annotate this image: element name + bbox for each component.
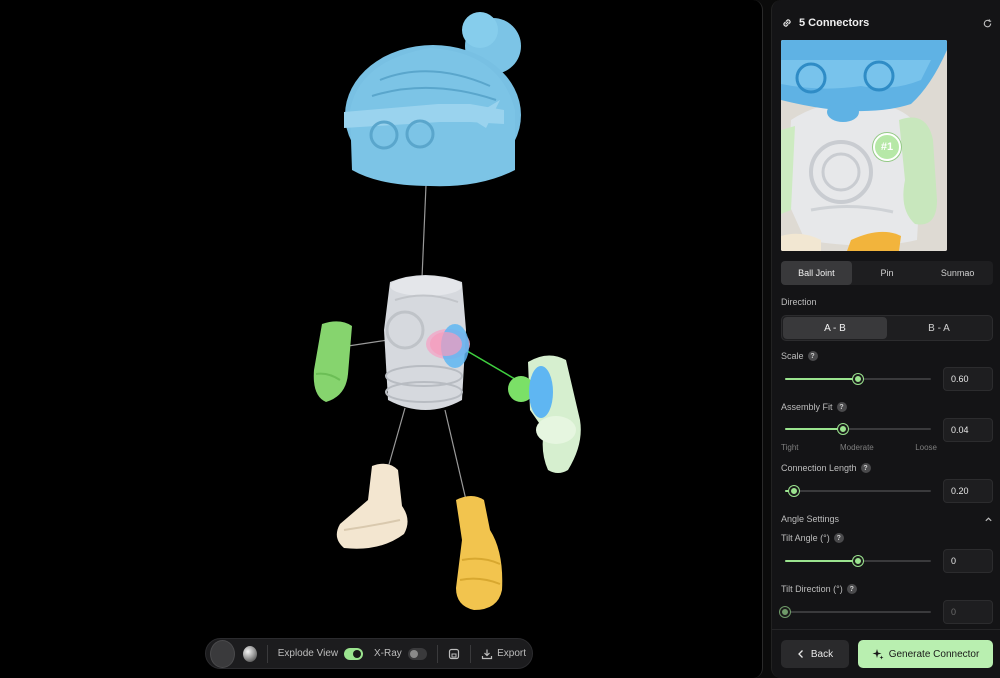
scale-slider[interactable] — [785, 374, 931, 384]
assembly-fit-label: Assembly Fit? — [781, 402, 847, 412]
slider-thumb[interactable] — [780, 607, 790, 617]
slider-thumb[interactable] — [788, 486, 799, 496]
joint-type-pin[interactable]: Pin — [852, 261, 923, 285]
tilt-direction-input[interactable]: 0 — [943, 600, 993, 624]
help-icon[interactable]: ? — [836, 402, 847, 412]
slider-thumb[interactable] — [838, 424, 849, 434]
slider-thumb[interactable] — [853, 556, 863, 566]
help-icon[interactable]: ? — [846, 584, 857, 594]
tilt-direction-slider[interactable] — [780, 607, 931, 617]
help-icon[interactable]: ? — [860, 463, 871, 473]
link-icon — [783, 19, 791, 27]
part-arm-right[interactable] — [508, 355, 581, 473]
explode-view-toggle[interactable] — [344, 647, 364, 660]
help-icon[interactable]: ? — [833, 533, 844, 543]
direction-label: Direction — [781, 297, 817, 307]
generate-label: Generate Connector — [888, 648, 980, 660]
tilt-angle-label: Tilt Angle (°)? — [781, 533, 844, 543]
part-head[interactable] — [344, 12, 521, 187]
tick-loose: Loose — [915, 443, 937, 452]
download-icon — [481, 649, 493, 659]
part-foot-left[interactable] — [336, 463, 408, 549]
joint-type-sunmao[interactable]: Sunmao — [922, 261, 993, 285]
connector-panel: 5 Connectors #1 Ball Joint Pin Sunmao Di… — [771, 0, 1000, 678]
generate-connector-button[interactable]: Generate Connector — [858, 640, 993, 668]
back-button[interactable]: Back — [781, 640, 849, 668]
footer-divider — [772, 629, 1000, 630]
back-label: Back — [810, 648, 834, 660]
connection-length-input[interactable]: 0.20 — [943, 479, 993, 503]
assembly-fit-input[interactable]: 0.04 — [943, 418, 993, 442]
chevron-left-icon — [797, 650, 803, 658]
viewport-toolbar: Explode View X-Ray Export — [205, 638, 533, 669]
refresh-icon[interactable] — [982, 18, 993, 29]
material-swatch-button[interactable] — [210, 639, 235, 668]
tick-moderate: Moderate — [839, 443, 874, 452]
direction-selector: A - B B - A — [781, 315, 993, 341]
toolbar-divider — [437, 644, 438, 663]
xray-toggle[interactable] — [407, 647, 428, 660]
direction-a-b[interactable]: A - B — [783, 317, 887, 339]
angle-settings-header[interactable]: Angle Settings — [781, 514, 993, 524]
connector-index-badge[interactable]: #1 — [873, 133, 901, 161]
toolbar-divider — [266, 644, 268, 663]
export-label: Export — [497, 648, 526, 659]
part-arm-left[interactable] — [313, 321, 352, 402]
scale-label: Scale? — [781, 351, 818, 361]
slider-thumb[interactable] — [853, 374, 863, 384]
joint-type-ball-joint[interactable]: Ball Joint — [781, 261, 852, 285]
tilt-direction-label: Tilt Direction (°)? — [781, 584, 857, 594]
connector-preview-image: #1 — [781, 40, 947, 251]
tilt-angle-slider[interactable] — [785, 556, 931, 566]
connection-length-slider[interactable] — [785, 486, 931, 496]
tick-tight: Tight — [781, 443, 799, 452]
sparkle-icon — [872, 649, 884, 660]
app-window: Explode View X-Ray Export 5 Connectors #… — [0, 0, 1000, 678]
part-foot-right[interactable] — [456, 496, 503, 610]
shading-sphere-icon[interactable] — [242, 645, 257, 662]
panel-header: 5 Connectors — [781, 14, 993, 32]
assembly-fit-ticks: Tight Moderate Loose — [781, 443, 937, 452]
direction-b-a[interactable]: B - A — [887, 317, 991, 339]
joint-type-selector: Ball Joint Pin Sunmao — [781, 261, 993, 285]
connection-length-label: Connection Length? — [781, 463, 871, 473]
part-torso[interactable] — [384, 275, 470, 410]
toolbar-divider — [470, 644, 472, 663]
xray-label: X-Ray — [373, 648, 402, 659]
help-icon[interactable]: ? — [807, 351, 818, 361]
chevron-up-icon[interactable] — [984, 515, 993, 524]
assembly-fit-slider[interactable] — [785, 424, 931, 434]
scale-input[interactable]: 0.60 — [943, 367, 993, 391]
screenshot-icon[interactable] — [448, 647, 460, 661]
panel-title: 5 Connectors — [799, 17, 870, 29]
active-connector-line — [461, 347, 521, 383]
model-scene[interactable] — [0, 0, 763, 678]
3d-viewport[interactable]: Explode View X-Ray Export — [0, 0, 763, 678]
export-button[interactable]: Export — [481, 648, 526, 660]
tilt-angle-input[interactable]: 0 — [943, 549, 993, 573]
explode-view-label: Explode View — [277, 648, 339, 659]
